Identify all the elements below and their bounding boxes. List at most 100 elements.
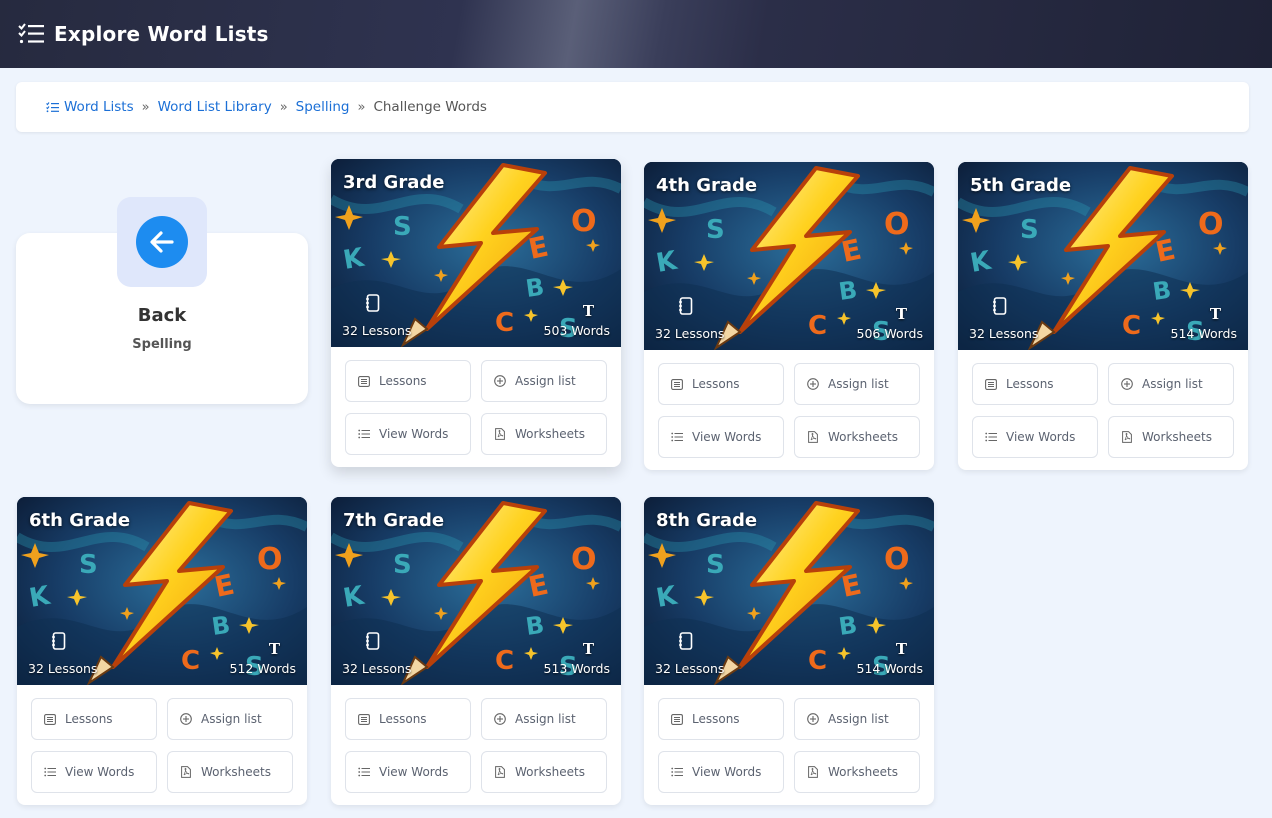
pdf-file-icon [1121, 431, 1133, 443]
view-words-button[interactable]: View Words [31, 751, 157, 793]
grade-card-image[interactable]: K S E O B C S 6th Grade 32 Lessons T 512… [17, 497, 307, 685]
grade-card-image[interactable]: K S E O B C S 3rd Grade 32 Lessons T 503… [331, 159, 621, 347]
grade-title: 4th Grade [656, 175, 758, 196]
plus-circle-icon [807, 713, 819, 725]
breadcrumb-word-lists[interactable]: Word Lists [46, 99, 134, 115]
assign-list-button-label: Assign list [828, 712, 889, 726]
worksheets-button-label: Worksheets [1142, 430, 1212, 444]
back-icon-container [117, 197, 207, 287]
grade-card-image[interactable]: K S E O B C S 8th Grade 32 Lessons T 514… [644, 497, 934, 685]
breadcrumb-word-list-library[interactable]: Word List Library [158, 99, 272, 115]
worksheets-button-label: Worksheets [828, 430, 898, 444]
card-actions: Lessons Assign list View Words Worksheet… [644, 350, 934, 470]
lessons-button-label: Lessons [379, 712, 427, 726]
worksheets-button[interactable]: Worksheets [167, 751, 293, 793]
view-words-button[interactable]: View Words [972, 416, 1098, 458]
grade-card-image[interactable]: K S E O B C S 7th Grade 32 Lessons T 513… [331, 497, 621, 685]
view-words-button[interactable]: View Words [658, 416, 784, 458]
assign-list-button-label: Assign list [828, 377, 889, 391]
assign-list-button[interactable]: Assign list [167, 698, 293, 740]
breadcrumb-separator: » [279, 99, 288, 115]
assign-list-button[interactable]: Assign list [481, 698, 607, 740]
worksheets-button[interactable]: Worksheets [1108, 416, 1234, 458]
assign-list-button[interactable]: Assign list [794, 363, 920, 405]
svg-text:C: C [808, 311, 827, 341]
card-actions: Lessons Assign list View Words Worksheet… [331, 685, 621, 805]
worksheets-button-label: Worksheets [201, 765, 271, 779]
lessons-button[interactable]: Lessons [31, 698, 157, 740]
page-header: Explore Word Lists [0, 0, 1272, 68]
svg-text:B: B [837, 611, 859, 641]
list-icon [358, 766, 370, 778]
notebook-icon [678, 297, 693, 320]
lessons-count: 32 Lessons [655, 326, 725, 341]
grade-title: 5th Grade [970, 175, 1072, 196]
svg-text:O: O [571, 542, 597, 577]
svg-text:C: C [808, 646, 827, 676]
lessons-count: 32 Lessons [28, 661, 98, 676]
text-icon: T [582, 302, 594, 320]
worksheets-button[interactable]: Worksheets [794, 416, 920, 458]
grade-card: K S E O B C S 6th Grade 32 Lessons T 512… [17, 497, 307, 805]
svg-text:S: S [706, 215, 725, 245]
grade-card-image[interactable]: K S E O B C S 5th Grade 32 Lessons T 514… [958, 162, 1248, 350]
svg-text:S: S [1020, 215, 1039, 245]
lessons-icon [985, 378, 997, 390]
grade-card-image[interactable]: K S E O B C S 4th Grade 32 Lessons T 506… [644, 162, 934, 350]
list-icon [358, 428, 370, 440]
lessons-button-label: Lessons [65, 712, 113, 726]
worksheets-button[interactable]: Worksheets [481, 751, 607, 793]
worksheets-button[interactable]: Worksheets [794, 751, 920, 793]
text-icon: T [582, 640, 594, 658]
list-icon [671, 431, 683, 443]
words-count: 512 Words [229, 661, 296, 676]
assign-list-button[interactable]: Assign list [481, 360, 607, 402]
assign-list-button-label: Assign list [515, 712, 576, 726]
svg-text:B: B [524, 611, 546, 641]
lessons-button[interactable]: Lessons [658, 363, 784, 405]
pdf-file-icon [180, 766, 192, 778]
text-icon: T [268, 640, 280, 658]
list-icon [46, 101, 59, 113]
lessons-icon [671, 378, 683, 390]
svg-text:B: B [837, 276, 859, 306]
worksheets-button-label: Worksheets [515, 765, 585, 779]
words-count: 514 Words [856, 661, 923, 676]
notebook-icon [365, 294, 380, 317]
assign-list-button[interactable]: Assign list [1108, 363, 1234, 405]
lessons-button-label: Lessons [1006, 377, 1054, 391]
lessons-button[interactable]: Lessons [345, 360, 471, 402]
svg-text:S: S [79, 550, 98, 580]
pdf-file-icon [807, 766, 819, 778]
plus-circle-icon [494, 375, 506, 387]
breadcrumb: Word Lists » Word List Library » Spellin… [16, 82, 1249, 132]
lessons-button[interactable]: Lessons [972, 363, 1098, 405]
lessons-icon [44, 713, 56, 725]
assign-list-button[interactable]: Assign list [794, 698, 920, 740]
view-words-button[interactable]: View Words [345, 751, 471, 793]
grade-card: K S E O B C S 8th Grade 32 Lessons T 514… [644, 497, 934, 805]
view-words-button-label: View Words [379, 427, 449, 441]
notebook-icon [678, 632, 693, 655]
lessons-icon [671, 713, 683, 725]
lessons-button-label: Lessons [379, 374, 427, 388]
lessons-button-label: Lessons [692, 377, 740, 391]
svg-text:O: O [884, 542, 910, 577]
lessons-button[interactable]: Lessons [658, 698, 784, 740]
pdf-file-icon [494, 428, 506, 440]
view-words-button[interactable]: View Words [658, 751, 784, 793]
worksheets-button[interactable]: Worksheets [481, 413, 607, 455]
svg-text:S: S [393, 212, 412, 242]
assign-list-button-label: Assign list [201, 712, 262, 726]
lessons-icon [358, 375, 370, 387]
back-card[interactable]: Back Spelling [16, 197, 308, 404]
svg-text:B: B [524, 273, 546, 303]
lessons-button[interactable]: Lessons [345, 698, 471, 740]
view-words-button-label: View Words [692, 765, 762, 779]
view-words-button[interactable]: View Words [345, 413, 471, 455]
breadcrumb-separator: » [141, 99, 150, 115]
assign-list-button-label: Assign list [1142, 377, 1203, 391]
breadcrumb-spelling[interactable]: Spelling [296, 99, 350, 115]
list-icon [985, 431, 997, 443]
svg-text:C: C [495, 646, 514, 676]
